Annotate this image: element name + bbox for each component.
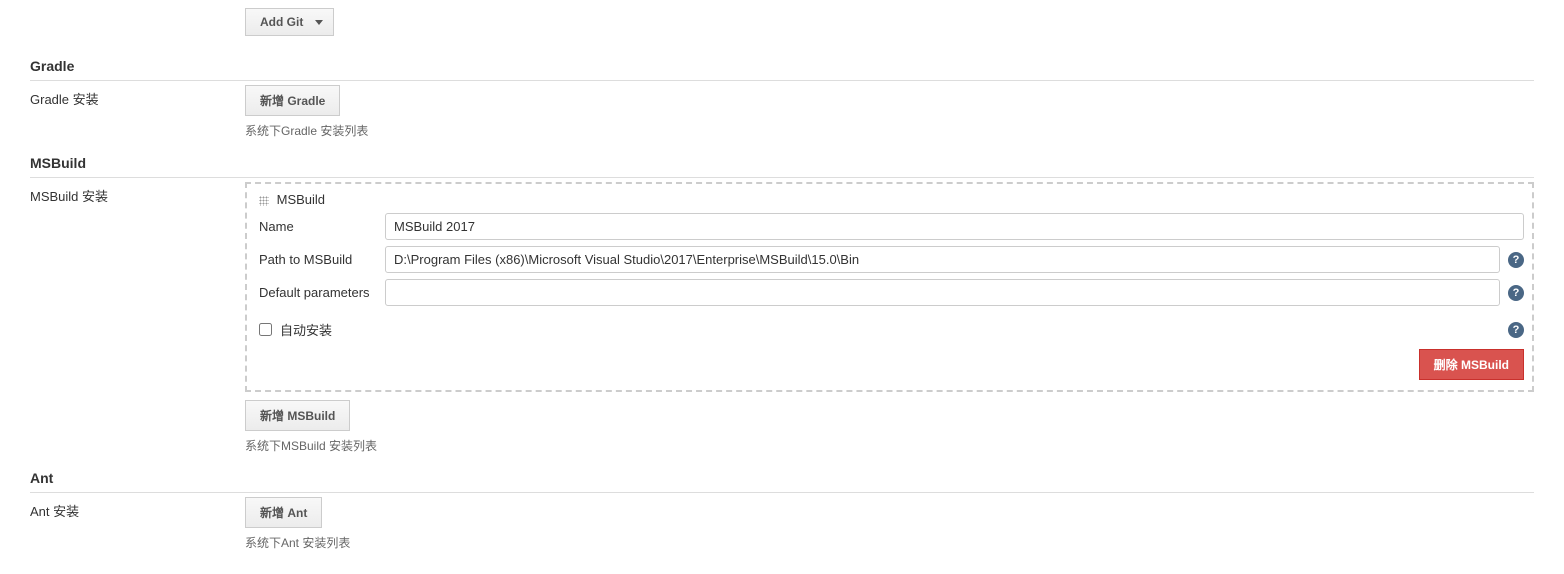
help-icon[interactable]: ? bbox=[1508, 322, 1524, 338]
msbuild-item-title: MSBuild bbox=[277, 192, 325, 207]
caret-down-icon bbox=[315, 20, 323, 25]
msbuild-name-input[interactable] bbox=[385, 213, 1524, 240]
help-icon[interactable]: ? bbox=[1508, 285, 1524, 301]
add-gradle-button[interactable]: 新增 Gradle bbox=[245, 85, 340, 116]
gradle-install-label: Gradle 安装 bbox=[30, 85, 245, 108]
auto-install-checkbox[interactable] bbox=[259, 323, 272, 336]
drag-handle-icon[interactable] bbox=[259, 196, 269, 206]
msbuild-install-label: MSBuild 安装 bbox=[30, 182, 245, 205]
add-msbuild-button[interactable]: 新增 MSBuild bbox=[245, 400, 350, 431]
msbuild-default-params-input[interactable] bbox=[385, 279, 1500, 306]
ant-list-help: 系统下Ant 安装列表 bbox=[245, 534, 1534, 551]
msbuild-path-label: Path to MSBuild bbox=[259, 252, 385, 267]
msbuild-default-params-label: Default parameters bbox=[259, 285, 385, 300]
msbuild-list-help: 系统下MSBuild 安装列表 bbox=[245, 437, 1534, 454]
msbuild-path-input[interactable] bbox=[385, 246, 1500, 273]
auto-install-checkbox-label[interactable]: 自动安装 bbox=[259, 320, 1500, 339]
delete-msbuild-button[interactable]: 删除 MSBuild bbox=[1419, 349, 1524, 380]
add-ant-button[interactable]: 新增 Ant bbox=[245, 497, 322, 528]
msbuild-section-title: MSBuild bbox=[30, 149, 1534, 178]
ant-section-title: Ant bbox=[30, 464, 1534, 493]
msbuild-name-label: Name bbox=[259, 219, 385, 234]
ant-install-label: Ant 安装 bbox=[30, 497, 245, 520]
add-git-label: Add Git bbox=[260, 15, 303, 29]
auto-install-text: 自动安装 bbox=[280, 320, 332, 339]
add-git-button[interactable]: Add Git bbox=[245, 8, 334, 36]
msbuild-install-item: MSBuild Name Path to MSBuild ? Default p… bbox=[245, 182, 1534, 392]
help-icon[interactable]: ? bbox=[1508, 252, 1524, 268]
gradle-list-help: 系统下Gradle 安装列表 bbox=[245, 122, 1534, 139]
gradle-section-title: Gradle bbox=[30, 52, 1534, 81]
